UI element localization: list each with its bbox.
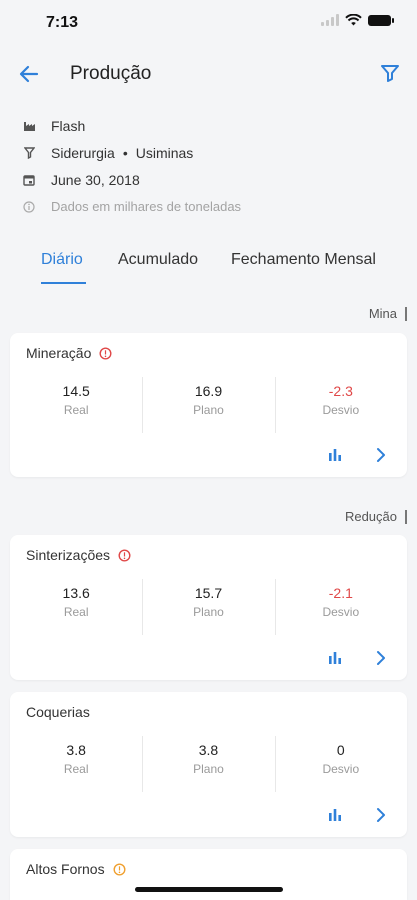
date-row: June 30, 2018 — [22, 166, 241, 193]
section-reducao-text: Redução — [344, 509, 397, 524]
metric-plano: 15.7 Plano — [142, 579, 274, 635]
filter-icon[interactable] — [379, 62, 401, 84]
metric-desvio: -2.1 Desvio — [274, 579, 407, 635]
separator-dot: • — [122, 144, 128, 161]
info-icon — [22, 200, 36, 214]
card-coquerias: Coquerias 3.8 Real 3.8 Plano 0 Desvio — [10, 692, 407, 837]
period-tabs: Diário Acumulado Fechamento Mensal — [0, 246, 417, 286]
calendar-icon — [22, 173, 36, 187]
real-label: Real — [63, 403, 89, 417]
alert-icon — [118, 548, 131, 562]
card-title-text: Altos Fornos — [26, 861, 105, 877]
metric-plano: 3.8 Plano — [142, 736, 274, 792]
card-title: Sinterizações — [26, 547, 131, 563]
chevron-right-icon[interactable] — [373, 807, 389, 823]
status-icons — [321, 14, 394, 26]
funnel-icon — [22, 146, 36, 160]
section-marker — [405, 306, 407, 321]
cellular-signal-icon — [321, 14, 339, 26]
real-label: Real — [63, 762, 89, 776]
section-label-reducao: Redução — [345, 509, 407, 524]
sector-name: Siderurgia — [51, 144, 115, 161]
desvio-value: -2.3 — [328, 383, 353, 399]
metrics-row: 13.6 Real 15.7 Plano -2.1 Desvio — [10, 579, 407, 635]
card-actions — [327, 807, 389, 823]
warning-icon — [113, 862, 126, 876]
metric-desvio: -2.3 Desvio — [274, 377, 407, 433]
wifi-icon — [345, 14, 362, 26]
card-actions — [327, 447, 389, 463]
metric-real: 13.6 Real — [10, 579, 142, 635]
chevron-right-icon[interactable] — [373, 650, 389, 666]
real-value: 13.6 — [62, 585, 90, 601]
metric-real: 14.5 Real — [10, 377, 142, 433]
card-title-text: Mineração — [26, 345, 92, 361]
real-label: Real — [63, 605, 89, 619]
active-tab-indicator — [41, 282, 86, 284]
chevron-right-icon[interactable] — [373, 447, 389, 463]
page-title: Produção — [70, 63, 152, 84]
bar-chart-icon[interactable] — [327, 447, 343, 463]
plano-label: Plano — [193, 762, 224, 776]
metrics-row: 3.8 Real 3.8 Plano 0 Desvio — [10, 736, 407, 792]
home-indicator[interactable] — [135, 887, 283, 892]
card-title: Mineração — [26, 345, 112, 361]
report-type: Flash — [51, 117, 86, 134]
units-note: Dados em milhares de toneladas — [51, 199, 242, 214]
plano-value: 16.9 — [194, 383, 223, 399]
card-title-text: Coquerias — [26, 704, 90, 720]
factory-icon — [22, 119, 36, 133]
status-bar: 7:13 — [0, 0, 417, 48]
report-info: Flash Siderurgia • Usiminas June 30, 201… — [22, 112, 241, 220]
real-value: 14.5 — [62, 383, 90, 399]
nav-bar: Produção — [0, 58, 417, 90]
back-arrow-icon[interactable] — [17, 62, 41, 86]
note-row: Dados em milhares de toneladas — [22, 193, 241, 220]
plano-label: Plano — [193, 403, 224, 417]
card-title: Altos Fornos — [26, 861, 126, 877]
tab-acumulado[interactable]: Acumulado — [118, 251, 198, 269]
alert-icon — [99, 346, 112, 360]
plano-value: 15.7 — [194, 585, 223, 601]
card-sinterizacoes: Sinterizações 13.6 Real 15.7 Plano -2.1 … — [10, 535, 407, 680]
bar-chart-icon[interactable] — [327, 807, 343, 823]
section-mina-text: Mina — [368, 306, 397, 321]
card-altos-fornos: Altos Fornos — [10, 849, 407, 900]
status-time: 7:13 — [46, 14, 79, 31]
card-title: Coquerias — [26, 704, 90, 720]
plano-value: 3.8 — [198, 742, 219, 758]
metrics-row: 14.5 Real 16.9 Plano -2.3 Desvio — [10, 377, 407, 433]
tab-fechamento-mensal[interactable]: Fechamento Mensal — [231, 251, 376, 269]
card-actions — [327, 650, 389, 666]
desvio-label: Desvio — [322, 403, 360, 417]
plano-label: Plano — [193, 605, 224, 619]
desvio-value: -2.1 — [328, 585, 353, 601]
tab-diario[interactable]: Diário — [41, 251, 83, 269]
card-mineracao: Mineração 14.5 Real 16.9 Plano -2.3 Desv… — [10, 333, 407, 477]
sector-row: Siderurgia • Usiminas — [22, 139, 241, 166]
metric-real: 3.8 Real — [10, 736, 142, 792]
report-type-row: Flash — [22, 112, 241, 139]
desvio-label: Desvio — [322, 605, 360, 619]
battery-icon — [368, 14, 394, 26]
section-label-mina: Mina — [369, 306, 407, 321]
report-date: June 30, 2018 — [51, 171, 140, 188]
card-title-text: Sinterizações — [26, 547, 111, 563]
section-marker — [405, 509, 407, 524]
metric-desvio: 0 Desvio — [274, 736, 407, 792]
metric-plano: 16.9 Plano — [142, 377, 274, 433]
desvio-label: Desvio — [322, 762, 360, 776]
bar-chart-icon[interactable] — [327, 650, 343, 666]
real-value: 3.8 — [66, 742, 86, 758]
desvio-value: 0 — [336, 742, 345, 758]
company-name: Usiminas — [135, 144, 194, 161]
